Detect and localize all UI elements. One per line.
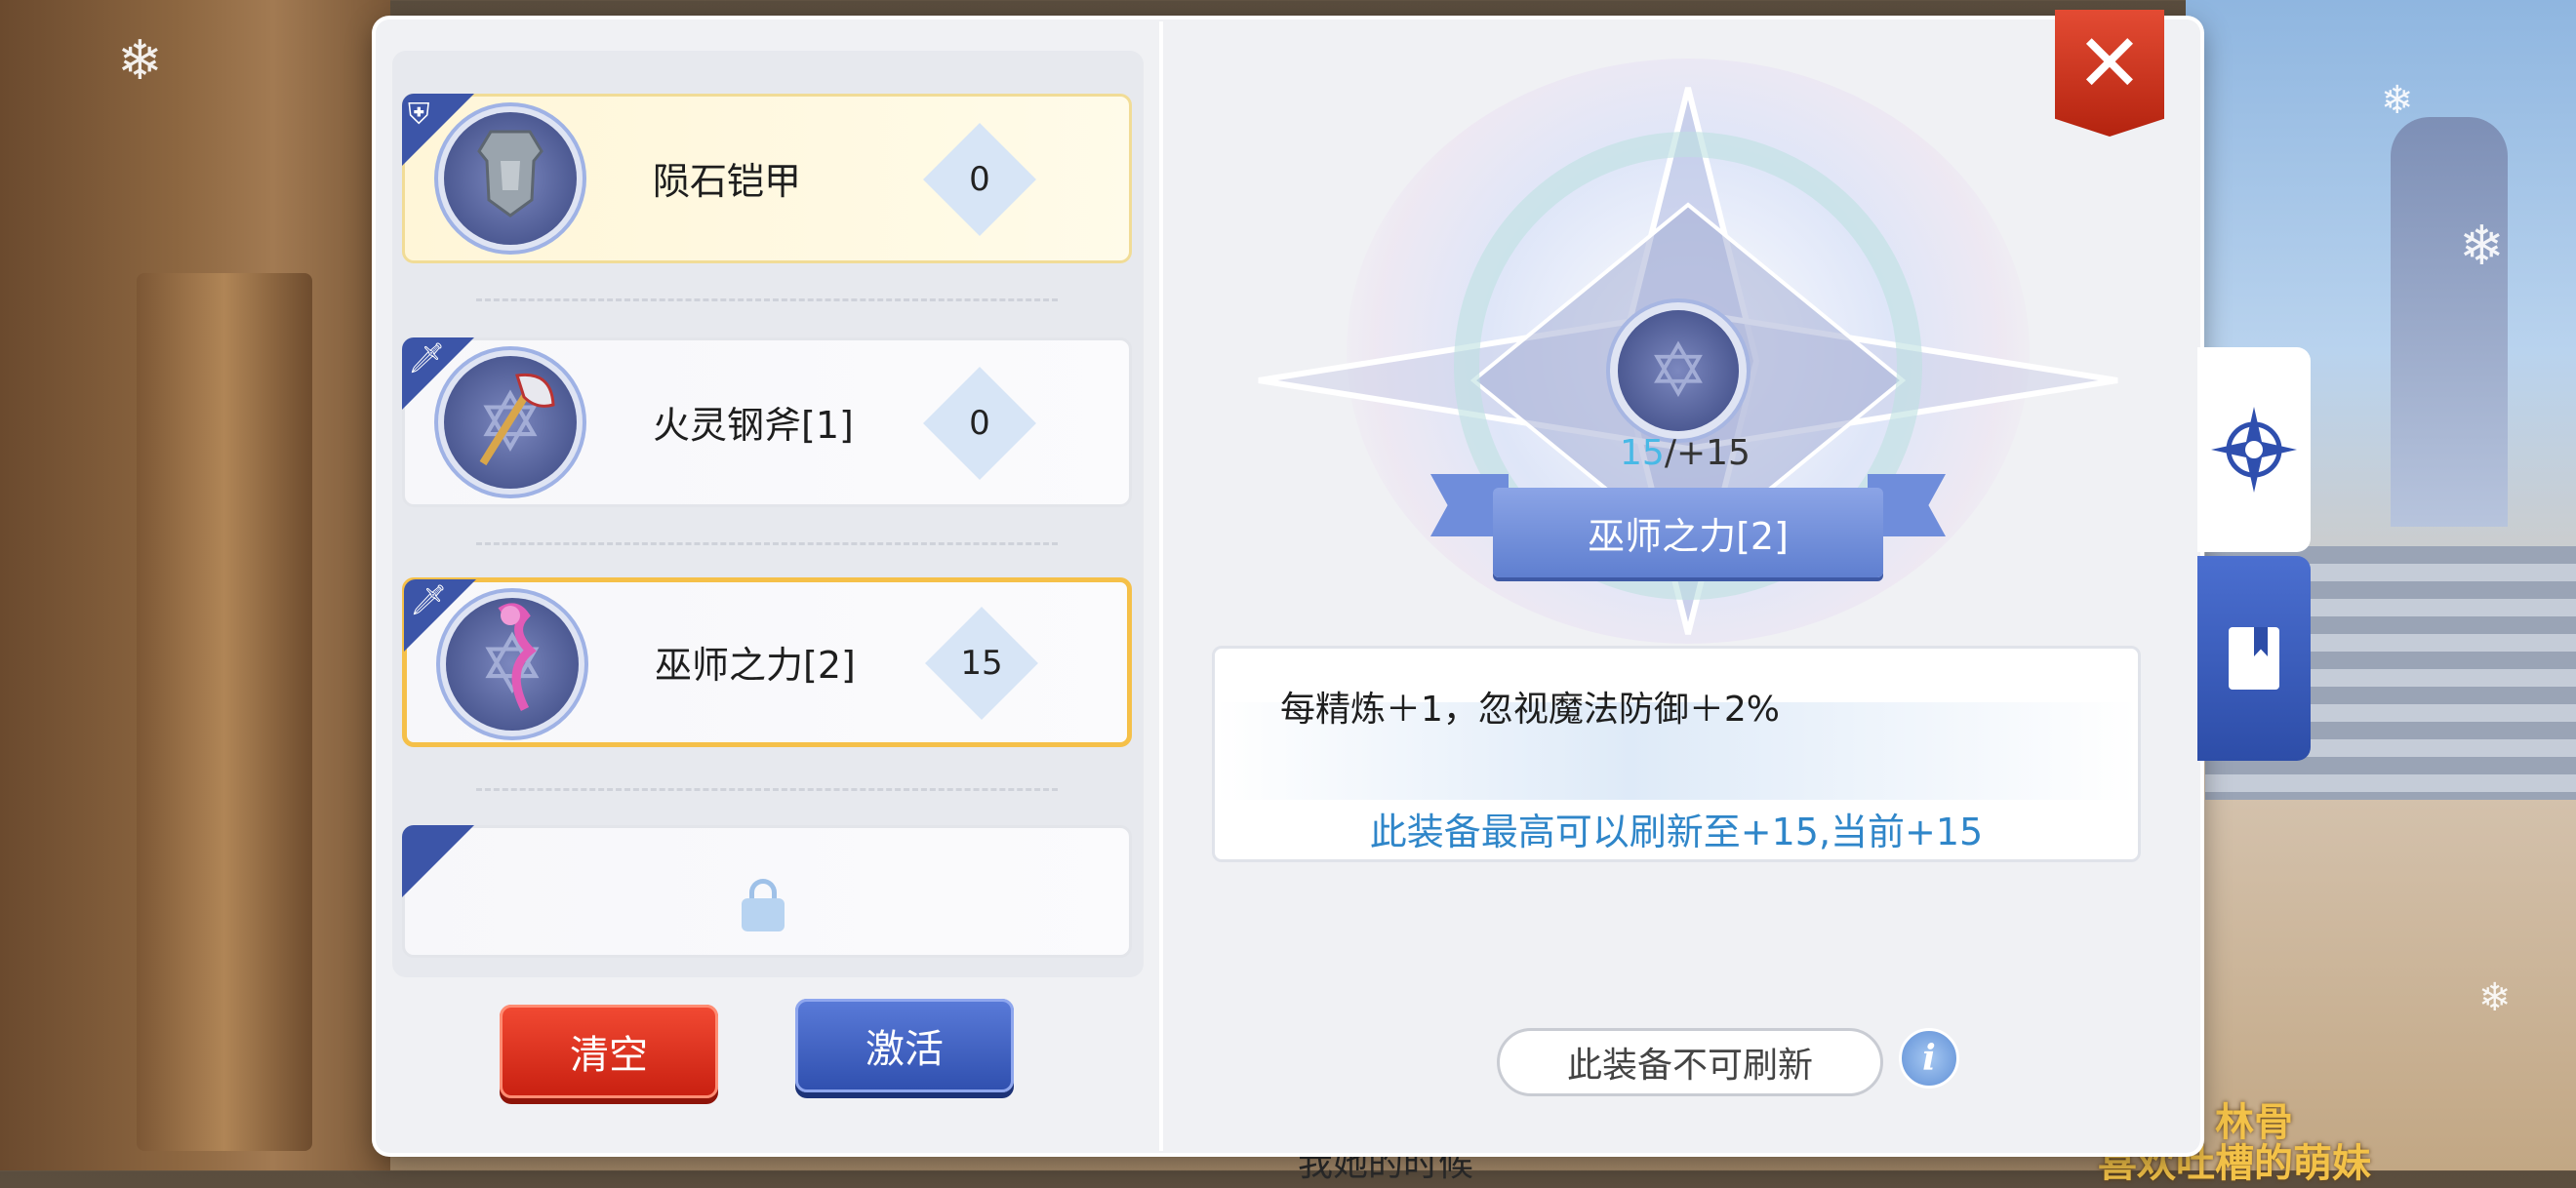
effect-text: 每精炼＋1，忽视魔法防御＋2% (1280, 690, 1781, 730)
axe-icon (463, 366, 561, 489)
slot-separator (476, 788, 1058, 791)
equipment-slot[interactable]: ⛨ 陨石铠甲 0 (402, 94, 1132, 263)
sword-icon: 🗡 (408, 341, 446, 376)
staff-icon (471, 602, 559, 734)
compass-icon (2211, 407, 2297, 493)
snowflake-icon: ❄ (2478, 975, 2512, 1020)
tab-handbook[interactable] (2197, 556, 2311, 761)
lock-icon (742, 879, 785, 931)
sword-icon: 🗡 (410, 583, 448, 617)
panel-divider (1159, 21, 1163, 1151)
cannot-refresh-button[interactable]: 此装备不可刷新 (1497, 1028, 1883, 1096)
item-icon-frame: ✡ (446, 598, 579, 731)
background-tower (2391, 117, 2508, 527)
slot-separator (476, 298, 1058, 301)
shield-icon: ⛨ (408, 98, 430, 132)
equipment-slot-locked[interactable] (402, 825, 1132, 958)
info-button[interactable]: i (1899, 1028, 1959, 1089)
clear-button[interactable]: 清空 (500, 1005, 718, 1098)
slot-item-name: 陨石铠甲 (653, 160, 802, 203)
snowflake-icon: ❄ (2459, 215, 2505, 278)
snowflake-icon: ❄ (2381, 78, 2414, 123)
equipment-slot[interactable]: 🗡 ✡ 火灵钢斧[1] 0 (402, 337, 1132, 507)
close-button[interactable]: ✕ (2055, 10, 2164, 137)
armor-icon (471, 122, 549, 235)
slot-item-name: 火灵钢斧[1] (653, 404, 854, 447)
slot-level: 0 (969, 160, 990, 199)
slot-level: 15 (960, 644, 1003, 683)
slot-level: 0 (969, 404, 990, 443)
snowflake-icon: ❄ (117, 29, 163, 93)
book-icon (2229, 627, 2279, 690)
selected-item-frame: ✡ (1618, 310, 1739, 431)
item-icon-frame: ✡ (444, 356, 577, 489)
refresh-limit-note: 此装备最高可以刷新至+15,当前+15 (1369, 811, 1984, 853)
item-icon-frame (444, 112, 577, 245)
equipment-slot-selected[interactable]: 🗡 ✡ 巫师之力[2] 15 (402, 577, 1132, 747)
tab-refine[interactable] (2197, 347, 2311, 552)
hexagram-icon: ✡ (1647, 327, 1710, 414)
refine-max: /+15 (1664, 433, 1751, 473)
selected-item-name: 巫师之力[2] (1493, 488, 1883, 577)
refine-current: 15 (1620, 433, 1665, 473)
slot-type-badge (402, 825, 474, 897)
slot-item-name: 巫师之力[2] (655, 644, 856, 687)
slot-separator (476, 542, 1058, 545)
activate-button[interactable]: 激活 (795, 999, 1014, 1092)
refine-progress: 15/+15 (1620, 433, 1751, 473)
background-wooden-beam (137, 273, 312, 1151)
